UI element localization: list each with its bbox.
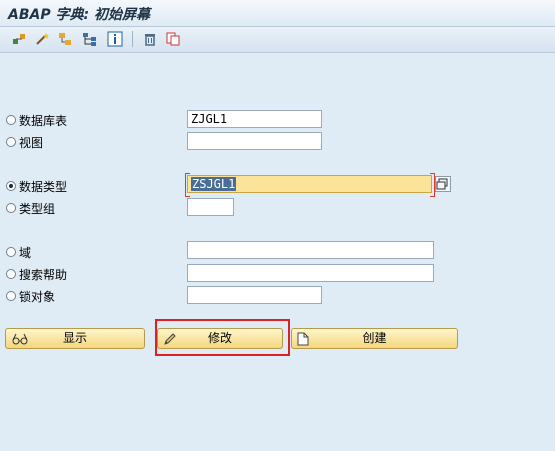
database-table-field[interactable]: ZJGL1 bbox=[187, 110, 322, 128]
label-data-type: 数据类型 bbox=[19, 179, 68, 194]
radio-view[interactable] bbox=[6, 137, 16, 147]
create-button[interactable]: 创建 bbox=[291, 328, 458, 349]
highlight-box bbox=[155, 319, 290, 356]
option-lock-object[interactable]: 锁对象 bbox=[6, 288, 55, 304]
label-lock-object: 锁对象 bbox=[19, 289, 56, 304]
magic-wand-icon[interactable] bbox=[33, 30, 51, 48]
title-bar: ABAP 字典: 初始屏幕 bbox=[0, 0, 555, 27]
object-list-icon[interactable] bbox=[56, 30, 74, 48]
search-help-field[interactable] bbox=[187, 264, 434, 282]
value-help-button[interactable] bbox=[435, 176, 451, 192]
data-type-field[interactable]: ZSJGL1 bbox=[187, 175, 432, 193]
domain-field[interactable] bbox=[187, 241, 434, 259]
option-domain[interactable]: 域 bbox=[6, 244, 31, 260]
hierarchy-icon[interactable] bbox=[81, 30, 99, 48]
type-group-field[interactable] bbox=[187, 198, 234, 216]
display-button-label: 显示 bbox=[62, 331, 87, 345]
value-help-icon bbox=[436, 178, 448, 190]
option-database-table[interactable]: 数据库表 bbox=[6, 112, 67, 128]
delete-icon[interactable] bbox=[141, 30, 159, 48]
radio-data-type[interactable] bbox=[6, 181, 16, 191]
option-type-group[interactable]: 类型组 bbox=[6, 200, 55, 216]
new-document-icon bbox=[297, 332, 309, 352]
display-button[interactable]: 显示 bbox=[5, 328, 145, 349]
label-type-group: 类型组 bbox=[19, 201, 56, 216]
radio-lock-object[interactable] bbox=[6, 291, 16, 301]
label-database-table: 数据库表 bbox=[19, 113, 68, 128]
where-used-icon[interactable] bbox=[10, 30, 28, 48]
selected-text: ZSJGL1 bbox=[191, 177, 237, 191]
application-toolbar bbox=[0, 27, 555, 53]
create-button-label: 创建 bbox=[362, 331, 387, 345]
view-field[interactable] bbox=[187, 132, 322, 150]
glasses-icon bbox=[11, 332, 29, 352]
option-view[interactable]: 视图 bbox=[6, 134, 43, 150]
copy-icon[interactable] bbox=[164, 30, 182, 48]
label-domain: 域 bbox=[19, 245, 32, 260]
option-data-type[interactable]: 数据类型 bbox=[6, 178, 67, 194]
label-view: 视图 bbox=[19, 135, 44, 150]
radio-type-group[interactable] bbox=[6, 203, 16, 213]
lock-object-field[interactable] bbox=[187, 286, 322, 304]
label-search-help: 搜索帮助 bbox=[19, 267, 68, 282]
window-title: ABAP 字典: 初始屏幕 bbox=[8, 7, 150, 23]
info-icon[interactable] bbox=[106, 30, 124, 48]
radio-search-help[interactable] bbox=[6, 269, 16, 279]
radio-domain[interactable] bbox=[6, 247, 16, 257]
toolbar-separator bbox=[132, 31, 133, 47]
option-search-help[interactable]: 搜索帮助 bbox=[6, 266, 67, 282]
radio-database-table[interactable] bbox=[6, 115, 16, 125]
